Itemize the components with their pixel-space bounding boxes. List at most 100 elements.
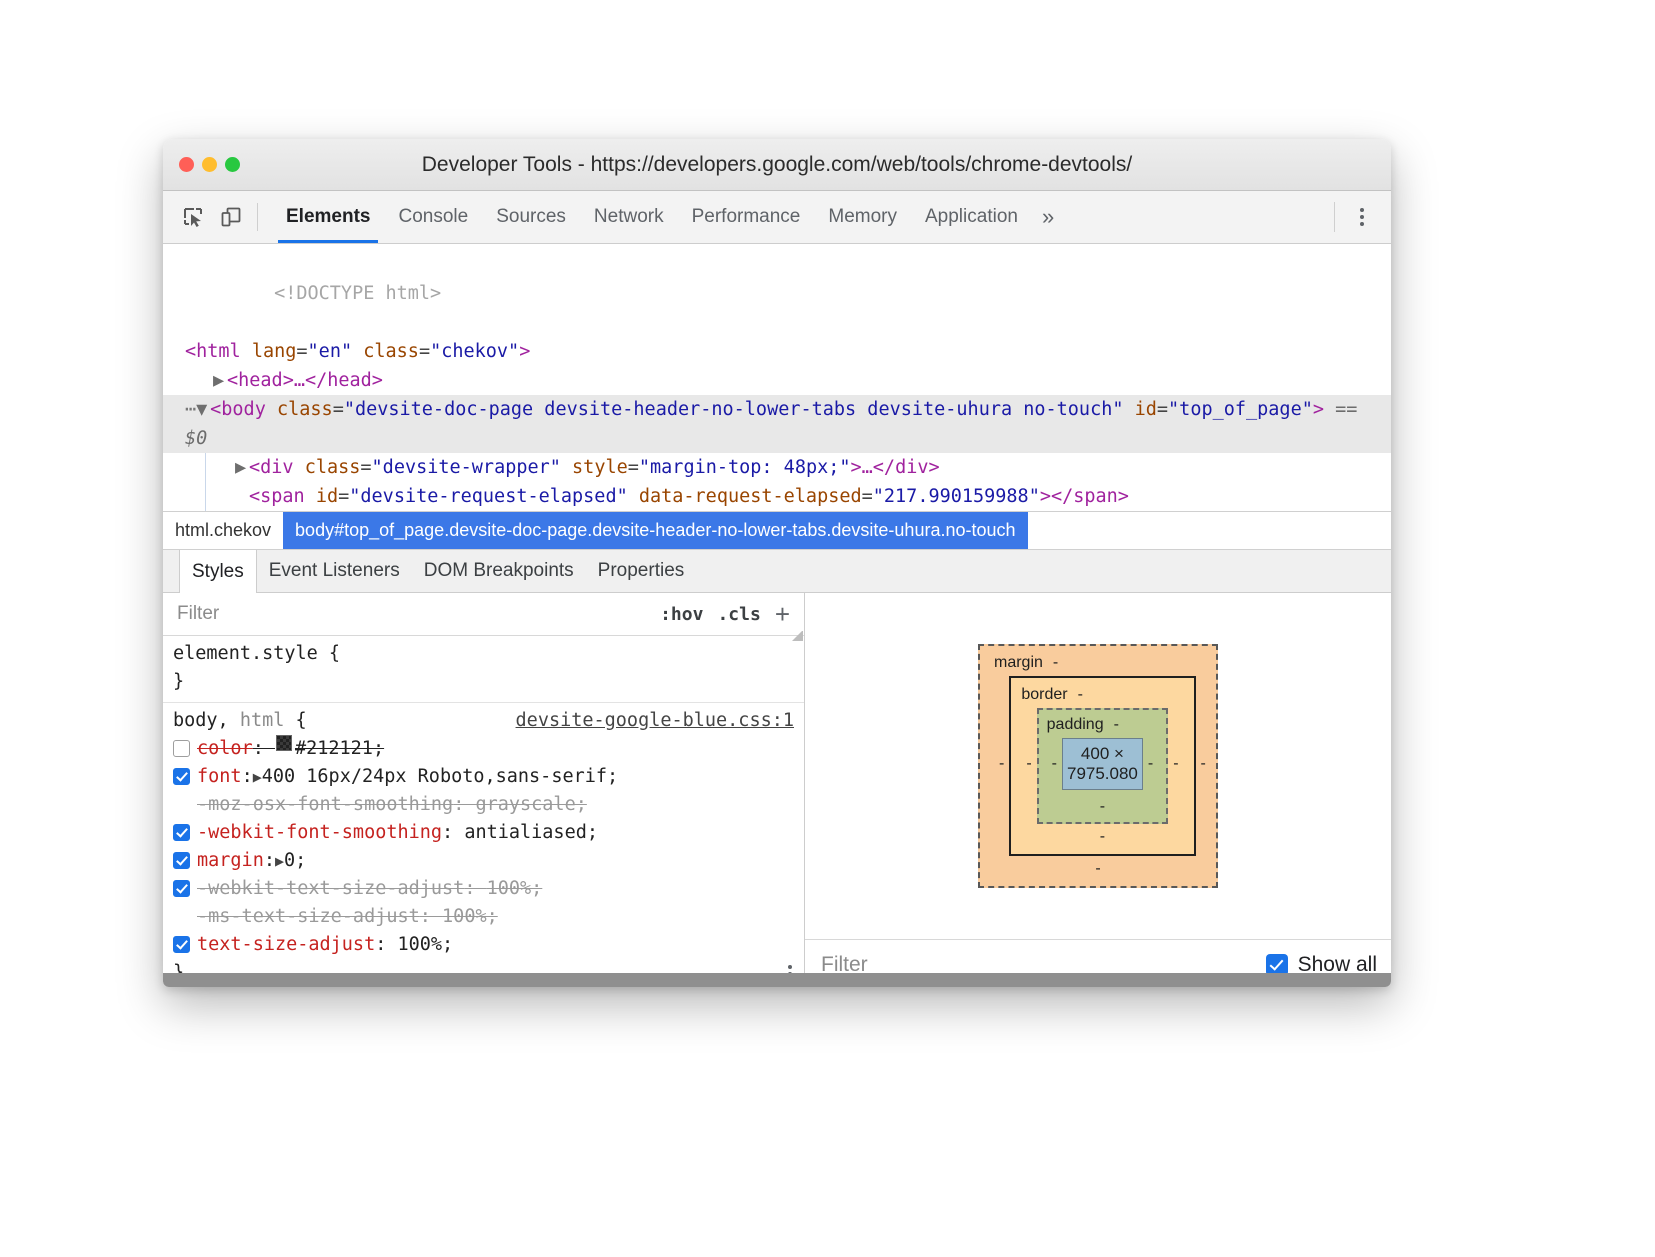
dom-line-doctype[interactable]: <!DOCTYPE html>: [163, 250, 1391, 337]
more-options-icon[interactable]: [1349, 202, 1375, 232]
tab-network[interactable]: Network: [580, 191, 678, 243]
declaration-value[interactable]: 0;: [284, 847, 306, 875]
window-controls[interactable]: [179, 157, 240, 172]
tab-event-listeners[interactable]: Event Listeners: [257, 550, 412, 592]
box-model-border-left[interactable]: -: [1021, 755, 1036, 773]
styles-filter-bar: Filter :hov .cls +: [163, 593, 804, 636]
dom-line-html[interactable]: <html lang="en" class="chekov">: [163, 337, 1391, 366]
overflow-dots-icon[interactable]: ⋯: [185, 399, 196, 420]
tab-console[interactable]: Console: [384, 191, 482, 243]
declaration-value[interactable]: antialiased;: [464, 819, 598, 847]
declaration-property[interactable]: text-size-adjust: [197, 931, 375, 959]
box-model-margin-right[interactable]: -: [1196, 755, 1211, 773]
declaration-moz-osx-font-smoothing[interactable]: -moz-osx-font-smoothing: grayscale;: [163, 791, 804, 819]
box-model-margin-top[interactable]: -: [1053, 654, 1058, 672]
declaration-property[interactable]: -webkit-text-size-adjust: [197, 875, 464, 903]
box-model-border-top[interactable]: -: [1078, 686, 1083, 704]
tab-memory[interactable]: Memory: [814, 191, 911, 243]
declaration-value[interactable]: 100%;: [398, 931, 454, 959]
declaration-property[interactable]: color: [197, 735, 253, 763]
more-tabs-chevron-icon[interactable]: »: [1032, 191, 1064, 243]
declaration-value[interactable]: 400 16px/24px Roboto,sans-serif;: [262, 763, 618, 791]
declaration-margin[interactable]: margin:▶0;: [163, 847, 804, 875]
styles-filter-input[interactable]: Filter: [173, 603, 660, 625]
rule-selector[interactable]: element.style: [173, 640, 318, 668]
dom-line-head[interactable]: ▶<head>…</head>: [163, 366, 1391, 395]
declaration-value[interactable]: 100%;: [487, 875, 543, 903]
expand-triangle-icon[interactable]: ▶: [253, 763, 262, 791]
dom-line-span[interactable]: <span id="devsite-request-elapsed" data-…: [163, 482, 1391, 511]
computed-pane: margin - - border - -: [805, 593, 1391, 987]
style-rule-element-style[interactable]: element.style { }: [163, 636, 804, 703]
declaration-checkbox[interactable]: [173, 880, 190, 897]
declaration-property[interactable]: -moz-osx-font-smoothing: [197, 791, 453, 819]
box-model-margin-bottom[interactable]: -: [994, 856, 1202, 878]
tab-performance[interactable]: Performance: [678, 191, 815, 243]
declaration-webkit-text-size-adjust[interactable]: -webkit-text-size-adjust: 100%;: [163, 875, 804, 903]
tab-properties[interactable]: Properties: [586, 550, 697, 592]
declaration-value[interactable]: #212121;: [295, 735, 384, 763]
collapse-triangle-icon[interactable]: ▼: [196, 395, 210, 424]
box-model-padding-bottom[interactable]: -: [1047, 794, 1159, 816]
expand-triangle-icon[interactable]: ▶: [213, 366, 227, 395]
declaration-ms-text-size-adjust[interactable]: -ms-text-size-adjust: 100%;: [163, 903, 804, 931]
box-model-padding-left[interactable]: -: [1047, 755, 1062, 773]
window-bottom-scrollbar[interactable]: [163, 973, 1391, 987]
style-rule-body-html[interactable]: body, html { devsite-google-blue.css:1 c…: [163, 703, 804, 987]
box-model-border-right[interactable]: -: [1168, 755, 1183, 773]
tab-application[interactable]: Application: [911, 191, 1032, 243]
div-class-attr-name: class: [305, 457, 361, 478]
declaration-property[interactable]: margin: [197, 847, 264, 875]
box-model-border-bottom[interactable]: -: [1021, 824, 1183, 846]
declaration-webkit-font-smoothing[interactable]: -webkit-font-smoothing: antialiased;: [163, 819, 804, 847]
declaration-checkbox[interactable]: [173, 936, 190, 953]
box-model-padding-top[interactable]: -: [1114, 716, 1119, 734]
declaration-checkbox[interactable]: [173, 768, 190, 785]
declaration-font[interactable]: font:▶400 16px/24px Roboto,sans-serif;: [163, 763, 804, 791]
declaration-color[interactable]: color: #212121;: [163, 735, 804, 763]
styles-rules-list[interactable]: element.style { } body, html { devsite-g…: [163, 636, 804, 987]
dom-line-body[interactable]: ⋯▼<body class="devsite-doc-page devsite-…: [163, 395, 1391, 453]
declaration-property[interactable]: font: [197, 763, 242, 791]
dom-line-div[interactable]: ▶<div class="devsite-wrapper" style="mar…: [163, 453, 1391, 482]
expand-triangle-icon[interactable]: ▶: [235, 453, 249, 482]
box-model-border[interactable]: border - - padding -: [1009, 676, 1195, 856]
rule-stylesheet-link[interactable]: devsite-google-blue.css:1: [502, 707, 794, 735]
declaration-checkbox[interactable]: [173, 824, 190, 841]
declaration-separator: :: [242, 763, 253, 791]
tab-dom-breakpoints[interactable]: DOM Breakpoints: [412, 550, 586, 592]
zoom-button[interactable]: [225, 157, 240, 172]
declaration-property[interactable]: -webkit-font-smoothing: [197, 819, 442, 847]
close-button[interactable]: [179, 157, 194, 172]
breadcrumb-item-html[interactable]: html.chekov: [163, 512, 283, 549]
declaration-property[interactable]: -ms-text-size-adjust: [197, 903, 420, 931]
new-style-rule-button[interactable]: +: [775, 601, 790, 627]
rule-selector-dim[interactable]: html: [229, 707, 285, 735]
body-tag: <body: [210, 399, 266, 420]
toggle-element-state-button[interactable]: :hov: [660, 604, 703, 625]
tab-elements[interactable]: Elements: [272, 191, 384, 243]
breadcrumb: html.chekov body#top_of_page.devsite-doc…: [163, 511, 1391, 550]
tab-sources[interactable]: Sources: [482, 191, 580, 243]
inspect-element-icon[interactable]: [179, 203, 207, 231]
device-toolbar-icon[interactable]: [217, 203, 245, 231]
declaration-value[interactable]: 100%;: [442, 903, 498, 931]
rule-selector[interactable]: body,: [173, 707, 229, 735]
box-model-content-size[interactable]: 400 × 7975.080: [1062, 738, 1143, 790]
minimize-button[interactable]: [202, 157, 217, 172]
box-model-margin[interactable]: margin - - border - -: [978, 644, 1218, 888]
expand-triangle-icon[interactable]: ▶: [275, 847, 284, 875]
declaration-text-size-adjust[interactable]: text-size-adjust: 100%;: [163, 931, 804, 959]
box-model-margin-left[interactable]: -: [994, 755, 1009, 773]
dom-tree-panel[interactable]: <!DOCTYPE html> <html lang="en" class="c…: [163, 244, 1391, 511]
declaration-value[interactable]: grayscale;: [475, 791, 586, 819]
tab-styles[interactable]: Styles: [179, 550, 257, 593]
element-classes-button[interactable]: .cls: [717, 604, 760, 625]
color-swatch-icon[interactable]: [276, 735, 292, 751]
breadcrumb-item-body[interactable]: body#top_of_page.devsite-doc-page.devsit…: [283, 512, 1027, 549]
box-model-padding[interactable]: padding - - 400 × 7975.080 -: [1037, 708, 1169, 824]
declaration-checkbox[interactable]: [173, 740, 190, 757]
box-model-padding-right[interactable]: -: [1143, 755, 1158, 773]
declaration-checkbox[interactable]: [173, 852, 190, 869]
styles-filter-actions: :hov .cls +: [660, 601, 796, 627]
